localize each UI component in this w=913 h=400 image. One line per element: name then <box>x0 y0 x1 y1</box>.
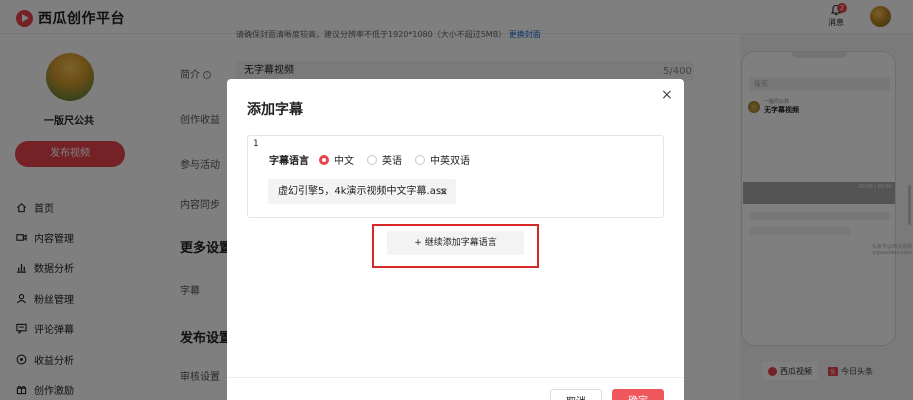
radio-unchecked-icon <box>367 154 377 165</box>
radio-label: 中英双语 <box>430 156 470 167</box>
cancel-button[interactable]: 取消 <box>550 389 602 400</box>
radio-bilingual[interactable]: 中英双语 <box>415 152 470 167</box>
confirm-button[interactable]: 确定 <box>612 389 664 400</box>
remove-file-icon[interactable]: × <box>439 179 448 204</box>
subtitle-index: 1 <box>253 139 259 149</box>
add-subtitle-dialog: 添加字幕 × 1 字幕语言 中文 英语 中英双语 虚幻引擎5，4k演示视频中文字… <box>227 79 684 400</box>
radio-label: 英语 <box>382 156 402 167</box>
close-icon[interactable]: × <box>661 87 673 103</box>
subtitle-language-label: 字幕语言 <box>269 156 309 167</box>
subtitle-file-chip: 虚幻引擎5，4k演示视频中文字幕.ass × <box>268 179 456 204</box>
radio-unchecked-icon <box>415 154 425 165</box>
radio-english[interactable]: 英语 <box>367 152 402 167</box>
dialog-title: 添加字幕 <box>247 102 303 118</box>
add-subtitle-language-button[interactable]: + 继续添加字幕语言 <box>387 231 524 255</box>
radio-chinese[interactable]: 中文 <box>319 152 354 167</box>
subtitle-entry: 1 字幕语言 中文 英语 中英双语 虚幻引擎5，4k演示视频中文字幕.ass × <box>247 135 664 218</box>
radio-checked-icon <box>319 154 329 165</box>
radio-label: 中文 <box>334 156 354 167</box>
subtitle-file-name: 虚幻引擎5，4k演示视频中文字幕.ass <box>278 186 447 197</box>
dialog-footer-divider <box>227 377 684 378</box>
